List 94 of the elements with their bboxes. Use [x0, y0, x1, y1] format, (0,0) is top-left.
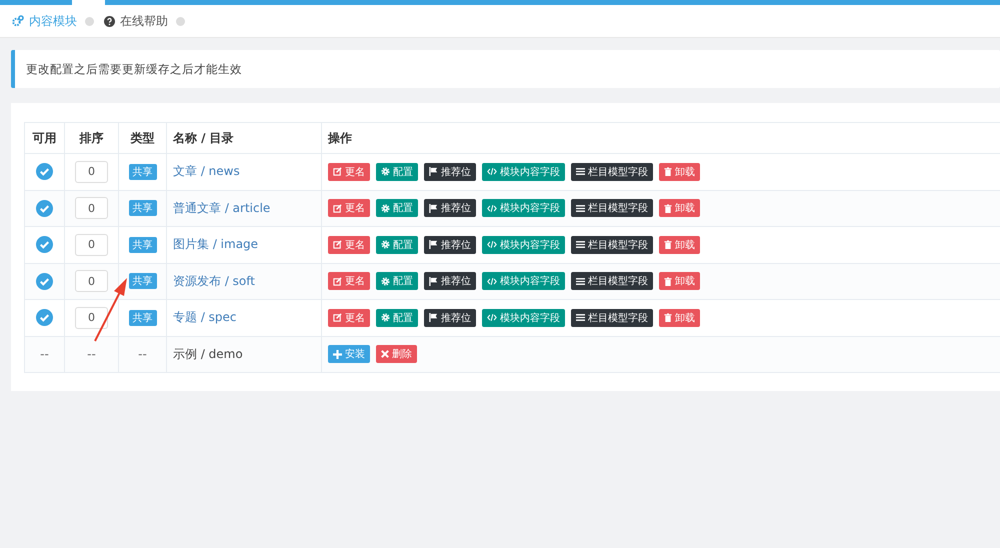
trash-icon — [664, 276, 672, 286]
tab[interactable]: 在线帮助 — [104, 5, 168, 37]
edit-icon — [333, 276, 342, 286]
edit-icon — [333, 167, 342, 176]
config-button[interactable]: 配置 — [376, 272, 418, 290]
fields-button[interactable]: 模块内容字段 — [482, 236, 565, 254]
check-circle-icon[interactable] — [36, 200, 53, 217]
gear-icon — [381, 240, 390, 250]
gear-icon — [381, 167, 390, 176]
recommend-button[interactable]: 推荐位 — [424, 162, 476, 181]
check-circle-icon[interactable] — [36, 163, 53, 180]
check-circle-icon[interactable] — [36, 309, 53, 326]
check-circle-icon[interactable] — [36, 272, 53, 290]
uninstall-button[interactable]: 卸载 — [659, 236, 700, 254]
recommend-button[interactable]: 推荐位 — [424, 308, 476, 327]
rename-button[interactable]: 更名 — [328, 162, 370, 181]
fields-button[interactable]: 模块内容字段 — [482, 272, 565, 290]
delete-button[interactable]: 删除 — [376, 345, 417, 364]
type-badge: 共享 — [128, 273, 156, 290]
fields-button[interactable]: 模块内容字段 — [482, 162, 565, 181]
column-header: 可用 — [24, 122, 64, 154]
category-button[interactable]: 栏目模型字段 — [571, 199, 653, 218]
list-icon — [576, 204, 585, 213]
module-name-link[interactable]: 文章 / news — [173, 164, 240, 178]
edit-icon — [333, 204, 342, 213]
uninstall-button[interactable]: 卸载 — [659, 199, 700, 218]
code-icon — [487, 313, 497, 322]
recommend-button[interactable]: 推荐位 — [424, 272, 476, 290]
edit-icon — [333, 240, 342, 250]
uninstall-button[interactable]: 卸载 — [659, 272, 700, 290]
recommend-button[interactable]: 推荐位 — [424, 236, 476, 254]
trash-icon — [664, 167, 672, 176]
table-cell: -- — [24, 336, 64, 372]
module-name-text: 示例 / demo — [173, 346, 243, 361]
trash-icon — [664, 204, 672, 213]
rename-button[interactable]: 更名 — [328, 272, 370, 290]
list-icon — [576, 313, 585, 322]
gear-icon — [381, 313, 390, 322]
gear-icon — [381, 204, 390, 213]
close-icon — [381, 350, 389, 358]
order-field[interactable]: 0 — [75, 160, 108, 183]
trash-icon — [664, 240, 672, 250]
fields-button[interactable]: 模块内容字段 — [482, 308, 565, 327]
type-badge: 共享 — [128, 236, 156, 253]
uninstall-button[interactable]: 卸载 — [659, 162, 700, 181]
recommend-button[interactable]: 推荐位 — [424, 199, 476, 218]
table-cell: -- — [64, 336, 118, 372]
config-button[interactable]: 配置 — [376, 308, 418, 327]
config-button[interactable]: 配置 — [376, 162, 418, 181]
order-field[interactable]: 0 — [75, 270, 108, 292]
table-cell: -- — [118, 336, 166, 372]
category-button[interactable]: 栏目模型字段 — [571, 272, 653, 290]
check-circle-icon[interactable] — [36, 236, 53, 254]
rename-button[interactable]: 更名 — [328, 308, 370, 327]
tab-dot-icon — [176, 16, 185, 26]
flag-icon — [429, 276, 438, 286]
list-icon — [576, 276, 585, 286]
order-field[interactable]: 0 — [75, 197, 108, 220]
order-field[interactable]: 0 — [75, 234, 108, 256]
plus-icon — [333, 350, 342, 359]
config-button[interactable]: 配置 — [376, 199, 418, 218]
flag-icon — [429, 313, 438, 322]
list-icon — [576, 167, 585, 176]
help-icon — [104, 16, 115, 26]
code-icon — [487, 240, 497, 250]
notice-message: 更改配置之后需要更新缓存之后才能生效 — [11, 50, 1000, 88]
trash-icon — [664, 313, 672, 322]
code-icon — [487, 276, 497, 286]
category-button[interactable]: 栏目模型字段 — [571, 236, 653, 254]
type-badge: 共享 — [128, 164, 156, 180]
uninstall-button[interactable]: 卸载 — [659, 308, 700, 327]
category-button[interactable]: 栏目模型字段 — [571, 308, 653, 327]
config-button[interactable]: 配置 — [376, 236, 418, 254]
type-badge: 共享 — [128, 200, 156, 216]
column-header: 名称 / 目录 — [166, 122, 322, 154]
rename-button[interactable]: 更名 — [328, 236, 370, 254]
code-icon — [487, 167, 497, 176]
fields-button[interactable]: 模块内容字段 — [482, 199, 565, 218]
module-name-link[interactable]: 专题 / spec — [173, 310, 237, 324]
column-header: 操作 — [322, 122, 1000, 154]
flag-icon — [429, 167, 438, 176]
install-button[interactable]: 安装 — [328, 345, 370, 364]
order-field[interactable]: 0 — [75, 306, 108, 329]
type-badge: 共享 — [128, 310, 156, 326]
category-button[interactable]: 栏目模型字段 — [571, 162, 653, 181]
flag-icon — [429, 204, 438, 213]
gears-icon — [12, 15, 24, 27]
code-icon — [487, 204, 497, 213]
gear-icon — [381, 276, 390, 286]
list-icon — [576, 240, 585, 250]
edit-icon — [333, 313, 342, 322]
flag-icon — [429, 240, 438, 250]
tab-dot-icon — [85, 16, 94, 26]
rename-button[interactable]: 更名 — [328, 199, 370, 218]
